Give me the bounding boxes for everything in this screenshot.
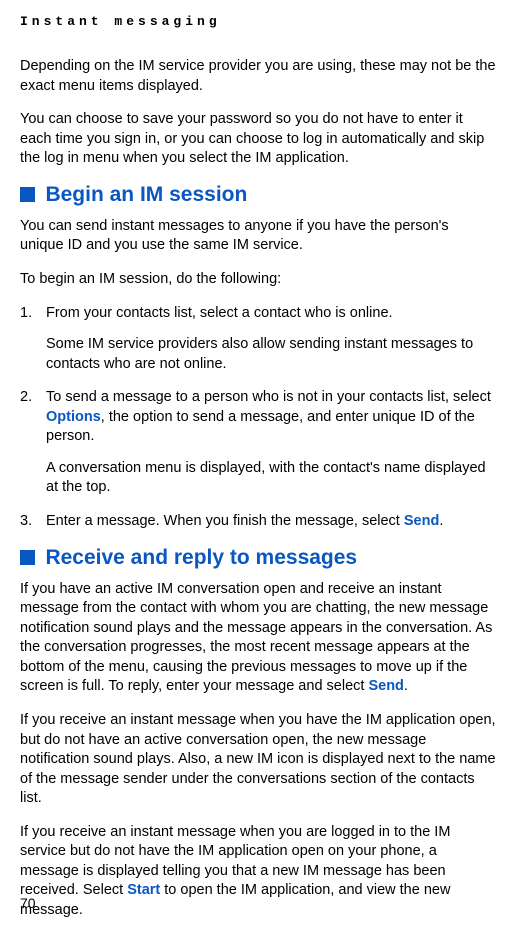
section-title: Begin an IM session xyxy=(45,183,247,206)
options-link: Options xyxy=(46,409,101,425)
section-bullet-icon xyxy=(20,550,35,565)
step-2-subtext: A conversation menu is displayed, with t… xyxy=(46,459,496,498)
steps-list: From your contacts list, select a contac… xyxy=(20,304,496,532)
section1-paragraph-1: You can send instant messages to anyone … xyxy=(20,217,496,256)
section2-paragraph-3: If you receive an instant message when y… xyxy=(20,823,496,921)
intro-paragraph-2: You can choose to save your password so … xyxy=(20,110,496,169)
running-header: Instant messaging xyxy=(20,14,496,29)
page-number: 70 xyxy=(20,895,36,911)
step-1-text: From your contacts list, select a contac… xyxy=(46,305,393,321)
section1-paragraph-2: To begin an IM session, do the following… xyxy=(20,270,496,290)
step-3-text-pre: Enter a message. When you finish the mes… xyxy=(46,513,404,529)
step-3-text-post: . xyxy=(439,513,443,529)
step-2: To send a message to a person who is not… xyxy=(20,388,496,498)
section2-paragraph-2: If you receive an instant message when y… xyxy=(20,711,496,809)
section-heading-receive-reply: Receive and reply to messages xyxy=(20,546,496,570)
step-3: Enter a message. When you finish the mes… xyxy=(20,512,496,532)
section-bullet-icon xyxy=(20,187,35,202)
section-title: Receive and reply to messages xyxy=(45,546,357,569)
section2-paragraph-1: If you have an active IM conversation op… xyxy=(20,580,496,697)
intro-paragraph-1: Depending on the IM service provider you… xyxy=(20,57,496,96)
section2-p1-pre: If you have an active IM conversation op… xyxy=(20,581,492,695)
section2-p1-post: . xyxy=(404,678,408,694)
section-heading-begin-session: Begin an IM session xyxy=(20,183,496,207)
step-2-text-post: , the option to send a message, and ente… xyxy=(46,409,475,445)
start-link: Start xyxy=(127,882,160,898)
step-2-text-pre: To send a message to a person who is not… xyxy=(46,389,491,405)
send-link: Send xyxy=(368,678,403,694)
step-1: From your contacts list, select a contac… xyxy=(20,304,496,375)
step-1-subtext: Some IM service providers also allow sen… xyxy=(46,335,496,374)
send-link: Send xyxy=(404,513,439,529)
